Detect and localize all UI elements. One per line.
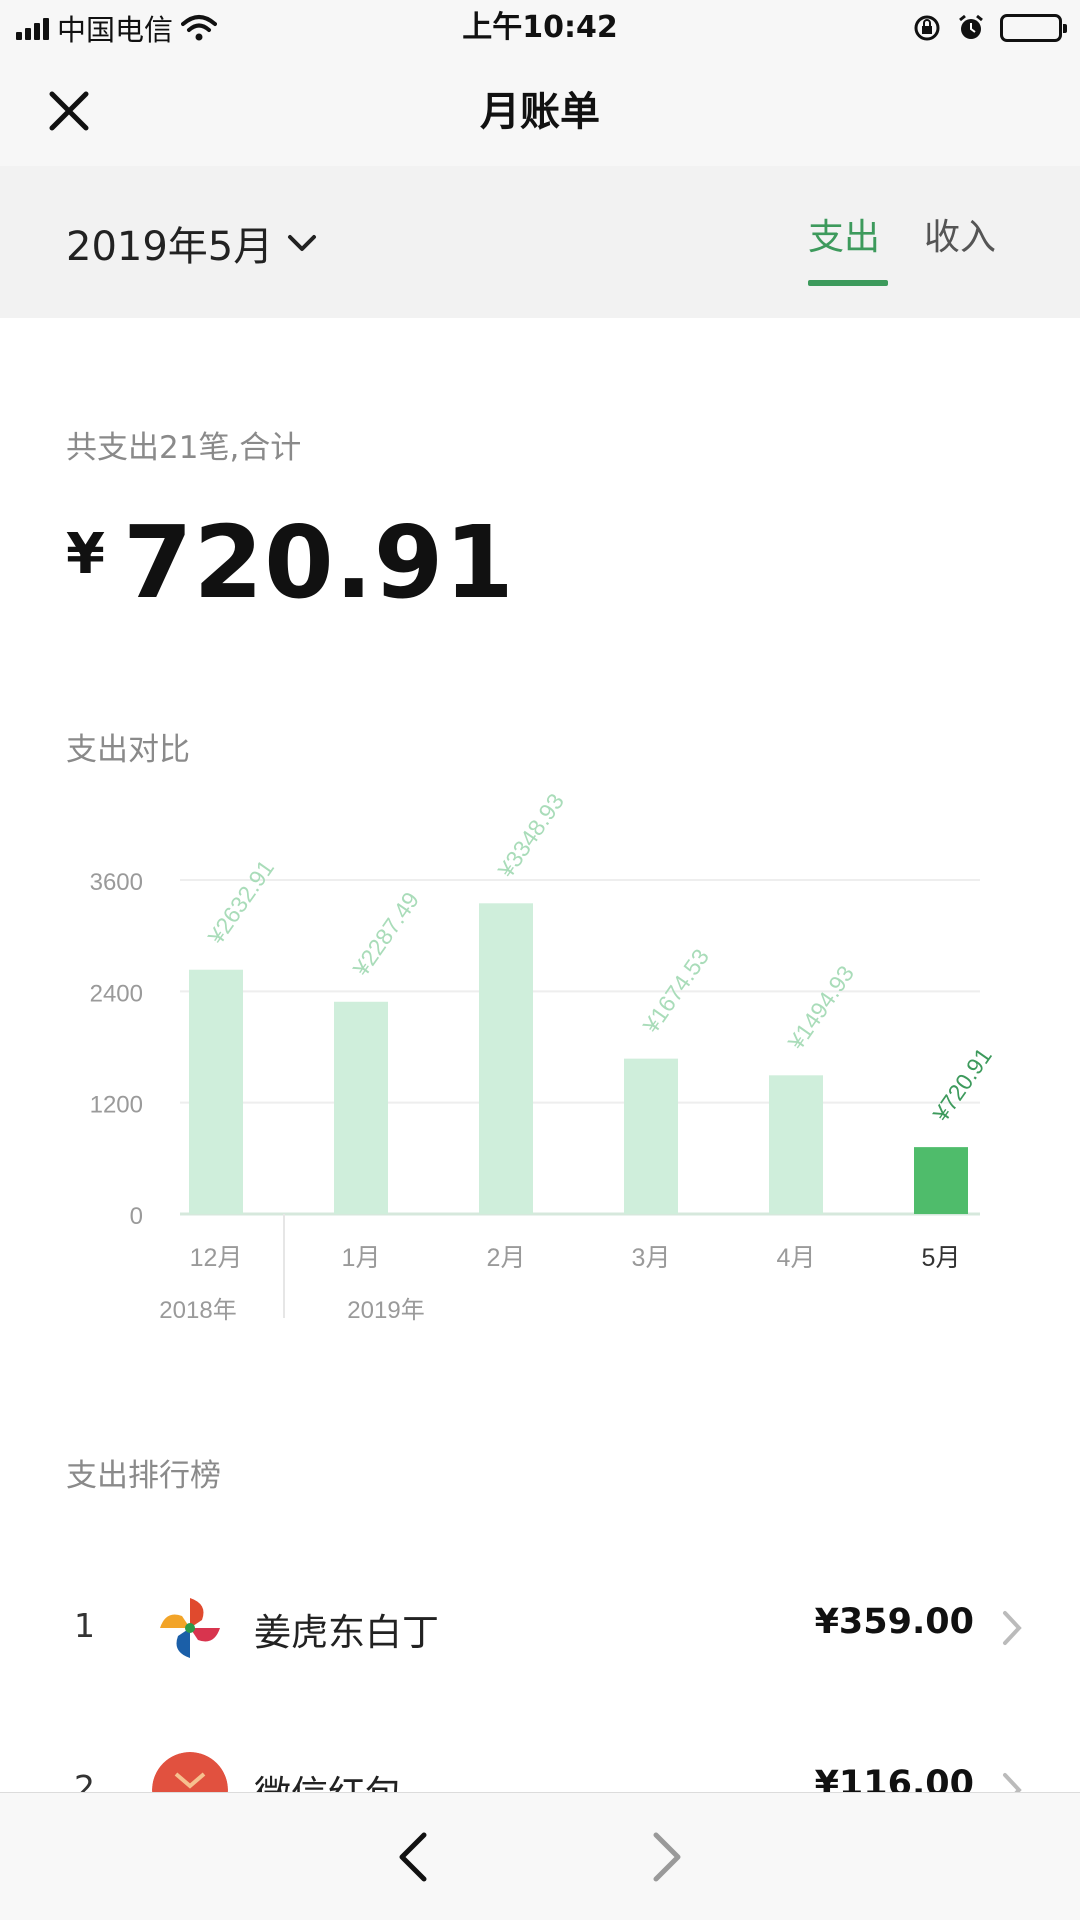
battery-icon [1000,14,1067,42]
filter-bar: 2019年5月 支出 收入 [0,166,1080,318]
bar-value-label: ¥720.91 [927,1043,997,1127]
year-label: 2019年 [347,1297,424,1324]
tab-income[interactable]: 收入 [924,212,996,264]
tab-active-indicator [808,280,888,286]
ranking-row[interactable]: 1 姜虎东白丁 ¥359.00 [0,1568,1080,1688]
expense-compare-chart: 0 1200 2400 3600 ¥2632.91 12月 ¥2287.49 1月 ¥3348.… [90,789,997,1324]
total-amount: ¥ 720.91 [66,508,515,618]
bar-value-label: ¥2287.49 [347,887,424,981]
bar-value-label: ¥1494.93 [782,961,859,1055]
chevron-down-icon [288,235,317,251]
month-picker[interactable]: 2019年5月 [66,214,317,272]
chart-bar [624,1058,678,1214]
total-value: 720.91 [122,504,515,621]
compare-section-title: 支出对比 [66,732,190,768]
chart-bar [189,969,243,1214]
rotation-lock-icon [914,15,940,41]
x-tick-label: 1月 [342,1244,381,1272]
x-tick-label: 4月 [777,1244,816,1272]
bottom-toolbar [0,1792,1080,1920]
alarm-icon [959,14,983,39]
nav-bar: 月账单 [0,56,1080,166]
y-tick-label: 1200 [90,1092,143,1119]
chart-bar [914,1147,968,1214]
year-label: 2018年 [159,1297,236,1324]
chart-bar [769,1075,823,1214]
status-bar: 中国电信 上午10:42 [0,0,1080,56]
rank-amount: ¥359.00 [814,1602,974,1642]
y-tick-label: 3600 [90,869,143,896]
chart-bar [334,1001,388,1214]
bar-value-label: ¥3348.93 [492,789,569,883]
forward-arrow-icon[interactable] [644,1829,690,1885]
status-right [912,10,1067,46]
x-tick-label: 2月 [487,1244,526,1272]
page-title: 月账单 [480,89,600,135]
x-tick-label: 12月 [190,1244,243,1272]
bar-value-label: ¥2632.91 [202,855,279,949]
y-tick-label: 0 [130,1203,143,1230]
chart-bar [479,903,533,1214]
tab-expense[interactable]: 支出 [808,212,880,264]
month-label: 2019年5月 [66,224,274,270]
merchant-name: 姜虎东白丁 [254,1611,439,1654]
rank-number: 1 [74,1606,95,1645]
back-arrow-icon[interactable] [390,1829,436,1885]
merchant-logo-icon [152,1590,228,1666]
summary-label: 共支出21笔,合计 [66,430,302,466]
chevron-right-icon [1003,1611,1022,1645]
x-tick-label: 5月 [922,1244,961,1272]
currency-symbol: ¥ [66,522,105,587]
ranking-section-title: 支出排行榜 [66,1458,221,1494]
x-tick-label: 3月 [632,1244,671,1272]
y-tick-label: 2400 [90,980,143,1007]
